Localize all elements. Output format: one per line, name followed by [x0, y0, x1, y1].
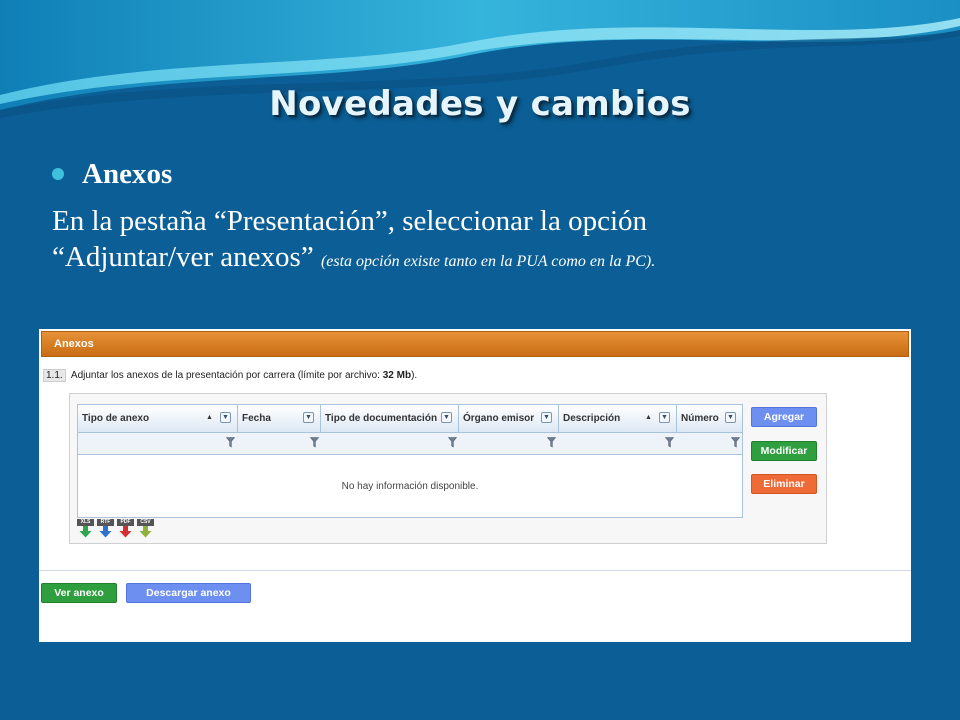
panel-header: Anexos: [41, 331, 909, 357]
filter-icon[interactable]: [547, 437, 556, 448]
column-label: Tipo de documentación: [325, 413, 438, 424]
filter-icon[interactable]: [731, 437, 740, 448]
column-menu-icon[interactable]: ▼: [303, 412, 314, 423]
body-line-1: En la pestaña “Presentación”, selecciona…: [52, 205, 648, 237]
export-pdf-button[interactable]: PDF: [117, 519, 134, 539]
body-line-2-main: “Adjuntar/ver anexos”: [52, 241, 314, 273]
bullet-text: Anexos: [82, 157, 173, 190]
column-label: Fecha: [242, 413, 271, 424]
sort-asc-icon[interactable]: ▲: [645, 414, 652, 421]
add-button[interactable]: Agregar: [751, 407, 817, 427]
filter-icon[interactable]: [226, 437, 235, 448]
export-label: XLS: [77, 519, 94, 526]
column-tipo-anexo[interactable]: Tipo de anexo ▲ ▼: [78, 405, 238, 432]
instruction-body: Adjuntar los anexos de la presentación p…: [70, 370, 380, 381]
filter-icon[interactable]: [310, 437, 319, 448]
column-label: Descripción: [563, 413, 621, 424]
view-annex-button[interactable]: Ver anexo: [41, 583, 117, 603]
column-label: Número: [681, 413, 719, 424]
annex-grid: Tipo de anexo ▲ ▼ Fecha ▼ Tipo de docume…: [77, 404, 743, 518]
instruction-number: 1.1.: [43, 369, 66, 382]
column-numero[interactable]: Número ▼: [677, 405, 742, 432]
sort-asc-icon[interactable]: ▲: [206, 414, 213, 421]
filter-icon[interactable]: [665, 437, 674, 448]
column-menu-icon[interactable]: ▼: [659, 412, 670, 423]
column-tipo-documentacion[interactable]: Tipo de documentación ▼: [321, 405, 459, 432]
column-menu-icon[interactable]: ▼: [220, 412, 231, 423]
down-arrow-icon: [99, 526, 112, 538]
delete-button[interactable]: Eliminar: [751, 474, 817, 494]
app-screenshot: Anexos 1.1. Adjuntar los anexos de la pr…: [39, 329, 911, 642]
down-arrow-icon: [79, 526, 92, 538]
body-line-2: “Adjuntar/ver anexos” (esta opción exist…: [52, 239, 932, 280]
bullet-dot-icon: [52, 168, 64, 180]
bullet-item: Anexos: [52, 156, 172, 192]
body-note: (esta opción existe tanto en la PUA como…: [320, 253, 656, 270]
column-menu-icon[interactable]: ▼: [725, 412, 736, 423]
instruction-end: ).: [411, 370, 418, 381]
export-label: PDF: [117, 519, 134, 526]
column-menu-icon[interactable]: ▼: [541, 412, 552, 423]
slide-title: Novedades y cambios: [269, 84, 691, 124]
instruction-text: 1.1. Adjuntar los anexos de la presentac…: [43, 369, 417, 382]
download-annex-button[interactable]: Descargar anexo: [126, 583, 251, 603]
export-xls-button[interactable]: XLS: [77, 519, 94, 539]
column-menu-icon[interactable]: ▼: [441, 412, 452, 423]
filter-icon[interactable]: [448, 437, 457, 448]
export-rtf-button[interactable]: RTF: [97, 519, 114, 539]
export-label: RTF: [97, 519, 114, 526]
down-arrow-icon: [119, 526, 132, 538]
column-fecha[interactable]: Fecha ▼: [238, 405, 321, 432]
export-toolbar: XLS RTF PDF CSV: [77, 519, 154, 539]
column-organo-emisor[interactable]: Órgano emisor ▼: [459, 405, 559, 432]
down-arrow-icon: [139, 526, 152, 538]
instruction-limit: 32 Mb: [382, 370, 412, 381]
export-label: CSV: [137, 519, 154, 526]
column-descripcion[interactable]: Descripción ▲ ▼: [559, 405, 677, 432]
column-label: Tipo de anexo: [82, 413, 150, 424]
grid-filter-row: [78, 433, 742, 455]
grid-empty-message: No hay información disponible.: [341, 481, 479, 492]
column-label: Órgano emisor: [463, 413, 535, 424]
export-csv-button[interactable]: CSV: [137, 519, 154, 539]
edit-button[interactable]: Modificar: [751, 441, 817, 461]
body-text: En la pestaña “Presentación”, selecciona…: [52, 203, 932, 280]
grid-header: Tipo de anexo ▲ ▼ Fecha ▼ Tipo de docume…: [78, 405, 742, 433]
divider: [39, 570, 911, 571]
